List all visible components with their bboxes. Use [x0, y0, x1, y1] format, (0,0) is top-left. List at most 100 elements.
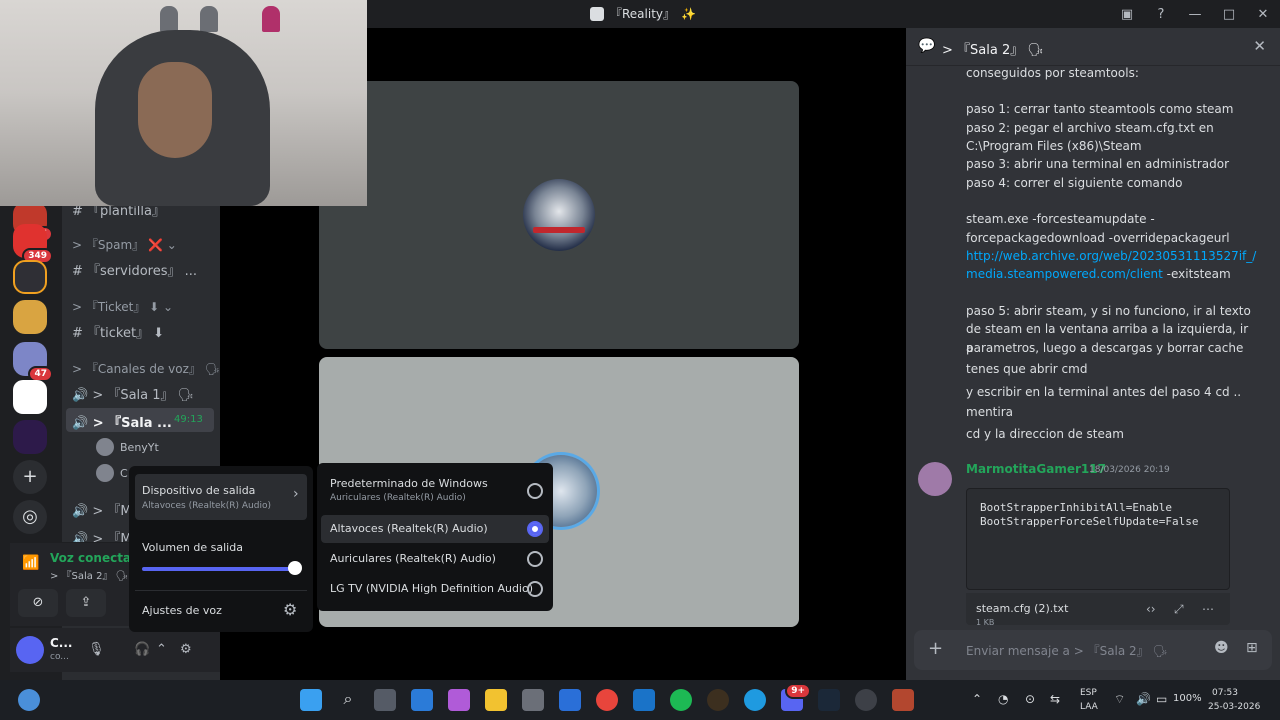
help-icon[interactable]: ? — [1144, 7, 1178, 22]
maximize-button[interactable]: □ — [1212, 7, 1246, 22]
tray-icon[interactable]: ⊙ — [1025, 692, 1035, 706]
app-icon[interactable] — [559, 689, 581, 711]
steam-icon[interactable] — [818, 689, 840, 711]
chevron-up-icon[interactable]: ⌃ — [156, 642, 167, 657]
file-explorer-icon[interactable] — [485, 689, 507, 711]
weather-icon[interactable] — [18, 689, 40, 711]
voice-channel-m[interactable]: 🔊 > 『M — [72, 500, 132, 519]
signal-icon[interactable]: 📶 — [22, 555, 39, 571]
voice-user[interactable]: C — [96, 464, 128, 482]
message-text: paso 1: cerrar tanto steamtools como ste… — [966, 102, 1234, 116]
tray-icon[interactable]: ◔ — [998, 692, 1008, 706]
voice-channel-sala-1[interactable]: 🔊 > 『Sala 1』 🗣 — [72, 384, 194, 403]
file-attachment[interactable]: steam.cfg (2).txt 1 KB ‹› ⤢ ⋯ — [966, 593, 1230, 627]
app-icon[interactable] — [892, 689, 914, 711]
server-icon[interactable] — [13, 260, 47, 294]
voice-location: > 『Sala 2』 🗣 / — [50, 571, 135, 582]
device-option-headphones[interactable]: Auriculares (Realtek(R) Audio) — [321, 545, 549, 573]
app-icon[interactable] — [522, 689, 544, 711]
server-icon[interactable]: 47 — [13, 342, 53, 382]
add-attachment-icon[interactable]: + — [928, 638, 943, 659]
clock-time[interactable]: 07:53 — [1212, 688, 1238, 698]
participant-tile[interactable] — [319, 81, 799, 349]
chrome-icon[interactable] — [596, 689, 618, 711]
volume-slider-handle[interactable] — [288, 561, 302, 575]
voice-status[interactable]: Voz conectad — [50, 551, 140, 565]
server-icon-active[interactable] — [13, 380, 47, 414]
inbox-icon[interactable]: ▣ — [1110, 7, 1144, 22]
close-chat-button[interactable]: ✕ — [1253, 37, 1266, 55]
message-text: paso 5: abrir steam, y si no funciono, i… — [966, 304, 1251, 318]
device-option-label: Altavoces (Realtek(R) Audio) — [330, 522, 488, 535]
server-icon[interactable] — [13, 420, 47, 454]
message-input[interactable]: + Enviar mensaje a > 『Sala 2』 🗣 ☻ ⊞ — [914, 630, 1272, 670]
app-logo-icon — [590, 6, 604, 21]
add-server-button[interactable]: + — [13, 460, 47, 494]
minimize-button[interactable]: — — [1178, 7, 1212, 22]
message-link[interactable]: http://web.archive.org/web/2023053111352… — [966, 247, 1256, 266]
language-indicator[interactable]: ESP — [1080, 688, 1097, 698]
avatar — [96, 464, 114, 482]
task-view-icon[interactable] — [374, 689, 396, 711]
radio-button[interactable] — [527, 483, 543, 499]
avatar — [96, 438, 114, 456]
tray-icon[interactable]: ⇆ — [1050, 692, 1060, 706]
spotify-icon[interactable] — [670, 689, 692, 711]
radio-button[interactable] — [527, 581, 543, 597]
server-icon[interactable]: 349 — [13, 224, 53, 264]
app-icon[interactable] — [707, 689, 729, 711]
explore-servers-button[interactable]: ◎ — [13, 500, 47, 534]
helmet-stripe — [533, 227, 585, 233]
message-text: paso 3: abrir una terminal en administra… — [966, 157, 1230, 171]
wifi-icon[interactable]: ⌔ — [1114, 692, 1125, 707]
device-option-lgtv[interactable]: LG TV (NVIDIA High Definition Audio) — [321, 575, 549, 603]
avatar[interactable] — [16, 636, 44, 664]
server-icon[interactable] — [13, 300, 47, 334]
store-icon[interactable] — [411, 689, 433, 711]
discord-icon[interactable]: 9+ — [781, 683, 811, 711]
radio-button[interactable] — [527, 551, 543, 567]
message-author[interactable]: MarmotitaGamer117 — [966, 462, 1106, 476]
edge-icon[interactable] — [744, 689, 766, 711]
screen-share-button[interactable]: ⇪ — [66, 589, 106, 617]
copilot-icon[interactable] — [448, 689, 470, 711]
camera-off-button[interactable]: ⊘ — [18, 589, 58, 617]
channel-servidores[interactable]: # 『servidores』 ... — [72, 260, 197, 279]
window-title: 『Reality』 — [610, 7, 676, 21]
code-view-icon[interactable]: ‹› — [1146, 602, 1156, 616]
battery-icon[interactable]: ▭ — [1156, 692, 1167, 706]
app-icon[interactable] — [855, 689, 877, 711]
search-icon[interactable]: ⌕ — [337, 689, 359, 711]
voice-channel-sala-2[interactable]: 🔊 > 『Sala ... 49:13 — [66, 408, 214, 432]
output-device-item[interactable]: Dispositivo de salida Altavoces (Realtek… — [135, 474, 307, 520]
volume-icon[interactable]: 🔊 — [1136, 692, 1151, 706]
start-menu-icon[interactable] — [300, 689, 322, 711]
volume-slider-track[interactable] — [142, 567, 295, 571]
settings-gear-icon[interactable]: ⚙ — [283, 600, 297, 619]
audio-output-menu: Dispositivo de salida Altavoces (Realtek… — [129, 466, 313, 632]
voice-user-name: BenyYt — [120, 440, 159, 454]
voice-settings-label[interactable]: Ajustes de voz — [142, 604, 222, 617]
category-spam[interactable]: > 『Spam』 ❌ ⌄ — [72, 236, 177, 253]
device-option-speakers[interactable]: Altavoces (Realtek(R) Audio) — [321, 515, 549, 543]
device-option-sub: Auriculares (Realtek(R) Audio) — [330, 493, 466, 503]
radio-button-selected[interactable] — [527, 521, 543, 537]
message-link[interactable]: media.steampowered.com/client — [966, 267, 1163, 281]
chevron-up-icon[interactable]: ⌃ — [972, 692, 982, 706]
device-option-default[interactable]: Predeterminado de Windows Auriculares (R… — [321, 471, 549, 511]
avatar[interactable] — [918, 462, 952, 496]
outlook-icon[interactable] — [633, 689, 655, 711]
settings-gear-icon[interactable]: ⚙ — [180, 642, 192, 657]
more-icon[interactable]: ⋯ — [1202, 602, 1214, 616]
apps-icon[interactable]: ⊞ — [1246, 640, 1258, 656]
category-voice[interactable]: > 『Canales de voz』 🗣 ⌄ — [72, 360, 234, 377]
emoji-icon[interactable]: ☻ — [1214, 640, 1229, 656]
channel-ticket[interactable]: # 『ticket』 ⬇ — [72, 322, 164, 341]
message-text: forcepackagedownload -overridepackageurl — [966, 231, 1230, 245]
close-window-button[interactable]: ✕ — [1246, 7, 1280, 22]
expand-icon[interactable]: ⤢ — [1174, 602, 1184, 617]
voice-user[interactable]: BenyYt — [96, 438, 159, 456]
category-ticket[interactable]: > 『Ticket』 ⬇ ⌄ — [72, 298, 173, 315]
headphones-icon[interactable]: 🎧 — [134, 642, 150, 657]
microphone-icon[interactable]: 🎙 — [88, 642, 105, 657]
